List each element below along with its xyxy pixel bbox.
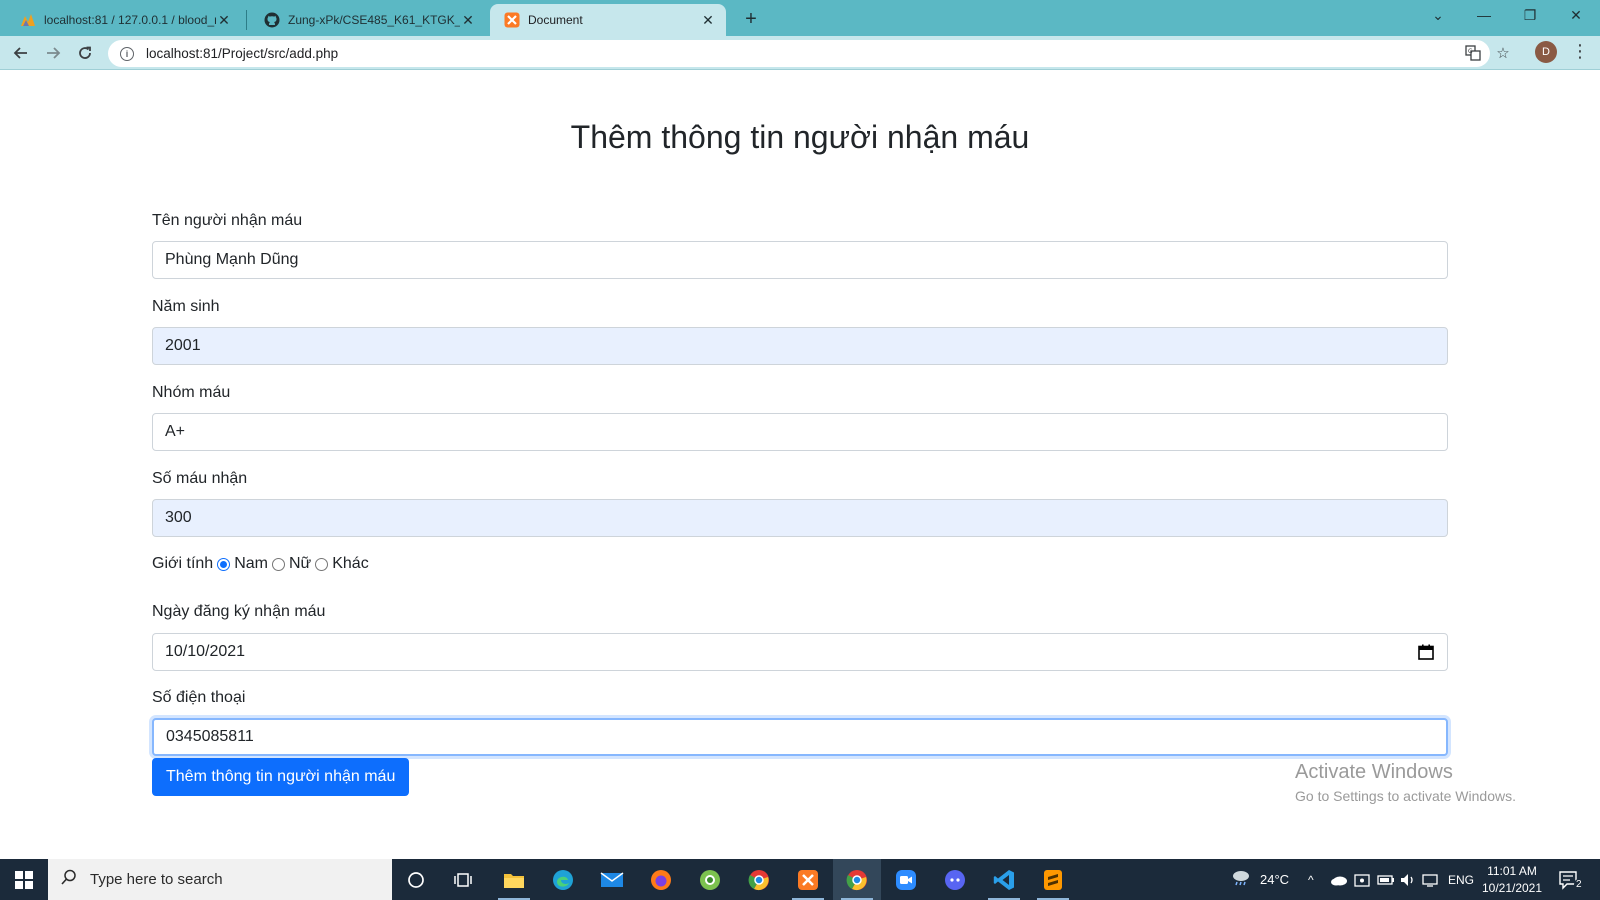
phone-label: Số điện thoại (152, 689, 246, 706)
restore-icon[interactable]: ❐ (1507, 0, 1553, 30)
clock-time: 11:01 AM (1487, 864, 1537, 878)
birth-year-label: Năm sinh (152, 298, 220, 315)
watermark-title: Activate Windows (1295, 761, 1453, 783)
profile-avatar[interactable]: D (1535, 41, 1557, 63)
address-bar[interactable]: i localhost:81/Project/src/add.php (108, 40, 1490, 67)
notifications-icon[interactable]: 2 (1558, 859, 1584, 900)
svg-text:G: G (1468, 48, 1473, 55)
xampp-icon (504, 12, 520, 28)
phpmyadmin-icon (20, 12, 36, 28)
translate-icon[interactable]: G (1460, 40, 1486, 66)
gender-option-label: Nữ (288, 555, 312, 572)
chrome-active-icon[interactable] (833, 859, 881, 900)
gender-radio-nu[interactable] (271, 557, 285, 571)
more-menu-icon[interactable]: ⋮ (1570, 40, 1590, 64)
tab-document[interactable]: Document ✕ (490, 4, 726, 36)
close-icon[interactable]: ✕ (700, 12, 716, 28)
taskbar-clock[interactable]: 11:01 AM 10/21/2021 (1478, 863, 1546, 897)
page-content: Thêm thông tin người nhận máu Tên người … (0, 71, 1600, 859)
calendar-icon[interactable] (1417, 643, 1435, 661)
file-explorer-icon[interactable] (490, 859, 538, 900)
gender-radio-nam[interactable] (217, 557, 231, 571)
xampp-control-icon[interactable] (784, 859, 832, 900)
notification-count: 2 (1574, 879, 1584, 890)
clock-date: 10/21/2021 (1481, 881, 1543, 895)
gender-radio-group: Giới tính Nam Nữ Khác (152, 555, 369, 573)
blood-amount-input[interactable]: 300 (152, 499, 1448, 537)
window-close-icon[interactable]: ✕ (1553, 0, 1599, 30)
birth-year-input[interactable]: 2001 (152, 327, 1448, 365)
url-text: localhost:81/Project/src/add.php (146, 46, 339, 61)
register-date-input[interactable]: 10/10/2021 (152, 633, 1448, 671)
edge-icon[interactable] (539, 859, 587, 900)
tab-github[interactable]: Zung-xPk/CSE485_K61_KTGK_19 ✕ (250, 4, 486, 36)
page-title: Thêm thông tin người nhận máu (570, 119, 1030, 155)
discord-icon[interactable] (931, 859, 979, 900)
search-placeholder: Type here to search (90, 871, 223, 888)
tab-title: localhost:81 / 127.0.0.1 / blood_r (44, 13, 216, 27)
cortana-icon[interactable] (392, 859, 440, 900)
gender-radio-khac[interactable] (315, 557, 329, 571)
close-icon[interactable]: ✕ (460, 12, 476, 28)
gender-option-label: Khác (332, 555, 369, 572)
new-tab-button[interactable]: + (738, 6, 764, 32)
windows-start-icon[interactable] (0, 859, 48, 900)
onedrive-icon[interactable] (1330, 859, 1348, 900)
back-arrow-icon[interactable] (8, 40, 34, 66)
zoom-icon[interactable] (882, 859, 930, 900)
close-icon[interactable]: ✕ (216, 12, 232, 28)
vscode-icon[interactable] (980, 859, 1028, 900)
register-date-value: 10/10/2021 (165, 643, 246, 660)
task-view-icon[interactable] (440, 859, 488, 900)
github-icon (264, 12, 280, 28)
search-icon (60, 868, 78, 891)
bookmark-star-icon[interactable]: ☆ (1490, 40, 1516, 66)
reload-icon[interactable] (72, 40, 98, 66)
battery-icon[interactable] (1377, 859, 1395, 900)
security-icon[interactable] (1354, 859, 1370, 900)
gender-label: Giới tính (152, 555, 214, 572)
submit-button[interactable]: Thêm thông tin người nhận máu (152, 758, 410, 796)
taskbar-search-box[interactable]: Type here to search (48, 859, 392, 900)
browser-toolbar: i localhost:81/Project/src/add.php G ☆ (0, 36, 1600, 70)
mail-icon[interactable] (588, 859, 636, 900)
tab-phpmyadmin[interactable]: localhost:81 / 127.0.0.1 / blood_r ✕ (6, 4, 242, 36)
activate-windows-watermark: Activate Windows Go to Settings to activ… (1295, 761, 1516, 804)
forward-arrow-icon[interactable] (40, 40, 66, 66)
blood-type-input[interactable]: A+ (152, 413, 1448, 451)
gender-option-label: Nam (234, 555, 268, 572)
blood-amount-label: Số máu nhận (152, 470, 248, 487)
sublime-text-icon[interactable] (1029, 859, 1077, 900)
show-hidden-icons-chevron-icon[interactable]: ^ (1308, 859, 1314, 900)
chrome-profile-icon[interactable] (735, 859, 783, 900)
cloud-rain-icon (1230, 869, 1252, 890)
tab-search-chevron-icon[interactable]: ⌄ (1415, 0, 1461, 30)
coc-coc-browser-icon[interactable] (686, 859, 734, 900)
info-icon[interactable]: i (120, 46, 134, 61)
volume-icon[interactable] (1400, 859, 1416, 900)
network-icon[interactable] (1422, 859, 1440, 900)
minimize-icon[interactable]: — (1461, 0, 1507, 30)
phone-input[interactable]: 0345085811 (152, 718, 1448, 756)
weather-temp: 24°C (1260, 872, 1290, 887)
firefox-icon[interactable] (637, 859, 685, 900)
windows-taskbar: Type here to search 24°C ^ ENG 11:01 AM … (0, 859, 1600, 900)
input-language[interactable]: ENG (1448, 859, 1474, 900)
blood-type-label: Nhóm máu (152, 384, 231, 401)
weather-widget[interactable]: 24°C (1230, 859, 1289, 900)
tab-title: Zung-xPk/CSE485_K61_KTGK_19 (288, 13, 460, 27)
name-input[interactable]: Phùng Mạnh Dũng (152, 241, 1448, 279)
name-label: Tên người nhận máu (152, 212, 303, 229)
watermark-subtitle: Go to Settings to activate Windows. (1295, 788, 1516, 804)
tab-title: Document (528, 13, 583, 27)
tab-separator (246, 10, 247, 30)
register-date-label: Ngày đăng ký nhận máu (152, 603, 326, 620)
browser-tab-strip: localhost:81 / 127.0.0.1 / blood_r ✕ Zun… (0, 0, 1600, 36)
